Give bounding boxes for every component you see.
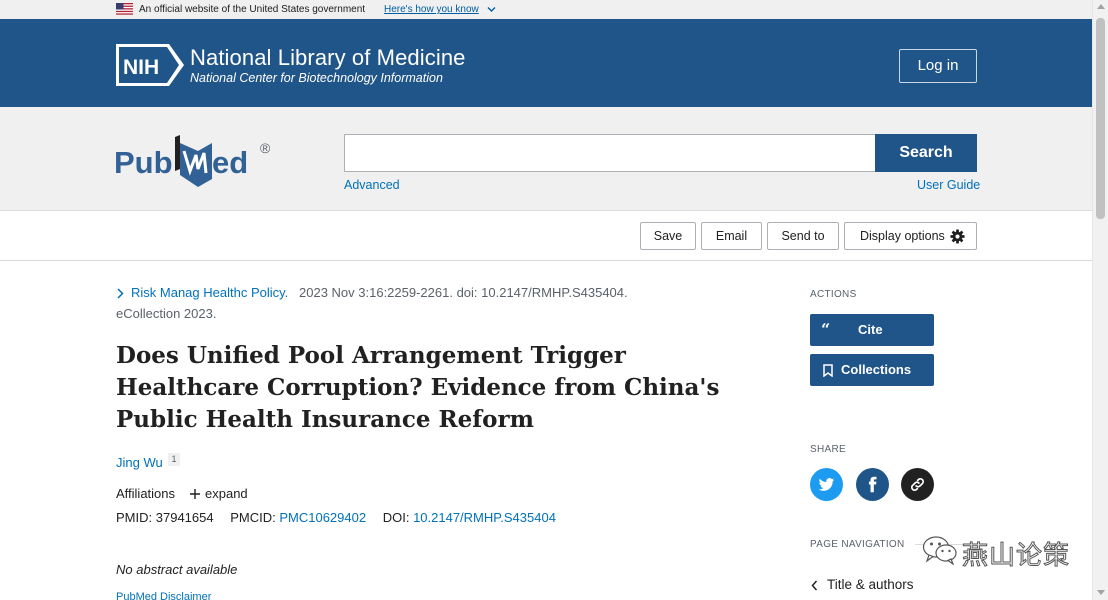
display-options-label: Display options <box>860 229 945 243</box>
gov-banner: An official website of the United States… <box>0 0 1092 19</box>
expand-label: expand <box>205 486 248 501</box>
pubmed-logo[interactable]: Pub ed ® <box>114 129 279 189</box>
collections-label: Collections <box>841 362 912 377</box>
nlm-header: NIH National Library of Medicine Nationa… <box>0 19 1092 107</box>
chevron-right-icon[interactable] <box>116 288 124 299</box>
page-scrollbar[interactable] <box>1092 0 1108 600</box>
login-button[interactable]: Log in <box>899 49 977 83</box>
pmid-label: PMID: <box>116 510 153 525</box>
doi-label: DOI: <box>382 510 410 525</box>
affiliations-label: Affiliations <box>116 486 176 501</box>
pubmed-disclaimer-link[interactable]: PubMed Disclaimer <box>116 591 211 600</box>
link-icon <box>911 478 924 491</box>
article-title: Does Unified Pool Arrangement Trigger He… <box>116 342 720 433</box>
scrollbar-thumb[interactable] <box>1096 18 1105 219</box>
cite-button[interactable]: “ Cite <box>810 314 934 346</box>
pmcid-label: PMCID: <box>230 510 276 525</box>
chevron-left-icon[interactable] <box>811 580 818 591</box>
search-area: Pub ed ® Search Advanced User Guide <box>0 107 1092 211</box>
pmcid-link[interactable]: PMC10629402 <box>279 510 366 525</box>
ncbi-subtitle[interactable]: National Center for Biotechnology Inform… <box>190 71 443 85</box>
journal-link[interactable]: Risk Manag Healthc Policy. <box>131 285 288 300</box>
pubmed-logo-text-left: Pub <box>114 145 173 180</box>
wechat-icon <box>922 536 957 565</box>
gov-banner-text: An official website of the United States… <box>139 4 366 15</box>
registered-mark: ® <box>260 140 271 156</box>
twitter-share-button[interactable] <box>810 468 843 501</box>
display-options-button[interactable]: Display options <box>844 222 977 250</box>
user-guide-link[interactable]: User Guide <box>917 178 980 192</box>
cite-label: Cite <box>858 322 883 337</box>
actions-heading: ACTIONS <box>810 289 857 300</box>
scroll-down-arrow-icon[interactable] <box>1097 590 1105 595</box>
doi-link[interactable]: 10.2147/RMHP.S435404 <box>413 510 556 525</box>
pmid-value: 37941654 <box>155 510 214 525</box>
watermark-text: 燕山论策 <box>961 541 1071 572</box>
facebook-icon <box>868 476 877 493</box>
article-identifiers: PMID: 37941654 PMCID: PMC10629402 DOI: 1… <box>116 510 556 525</box>
nlm-title[interactable]: National Library of Medicine <box>190 45 466 71</box>
nav-title-authors[interactable]: Title & authors <box>827 577 914 592</box>
plus-icon <box>190 489 200 499</box>
scroll-up-arrow-icon[interactable] <box>1097 4 1105 9</box>
bookmark-icon <box>823 364 833 377</box>
save-button[interactable]: Save <box>640 222 696 250</box>
citation-details: 2023 Nov 3:16:2259-2261. doi: 10.2147/RM… <box>299 285 628 300</box>
expand-affiliations-button[interactable]: expand <box>190 486 248 501</box>
copy-link-button[interactable] <box>901 468 934 501</box>
ecollection-date: eCollection 2023. <box>116 306 217 321</box>
nih-logo-text: NIH <box>123 56 159 79</box>
affiliation-superscript[interactable]: 1 <box>168 453 180 466</box>
author-link[interactable]: Jing Wu <box>116 455 163 470</box>
page-navigation-heading: PAGE NAVIGATION <box>810 539 905 550</box>
no-abstract-note: No abstract available <box>116 562 238 577</box>
search-button[interactable]: Search <box>875 134 977 172</box>
pubmed-logo-text-right: ed <box>212 145 248 180</box>
us-flag-icon <box>116 3 133 15</box>
nih-logo[interactable]: NIH <box>115 43 185 87</box>
heres-how-you-know-link[interactable]: Here's how you know <box>384 4 479 15</box>
twitter-icon <box>818 478 835 491</box>
chevron-down-icon[interactable] <box>487 6 496 13</box>
send-to-button[interactable]: Send to <box>767 222 839 250</box>
advanced-search-link[interactable]: Advanced <box>344 178 400 192</box>
email-button[interactable]: Email <box>701 222 762 250</box>
article-toolbar: Save Email Send to Display options <box>0 211 1092 261</box>
quote-icon: “ <box>821 320 831 339</box>
search-input[interactable] <box>344 134 876 172</box>
gear-icon <box>950 229 965 244</box>
collections-button[interactable]: Collections <box>810 354 934 386</box>
share-heading: SHARE <box>810 444 846 455</box>
facebook-share-button[interactable] <box>856 468 889 501</box>
